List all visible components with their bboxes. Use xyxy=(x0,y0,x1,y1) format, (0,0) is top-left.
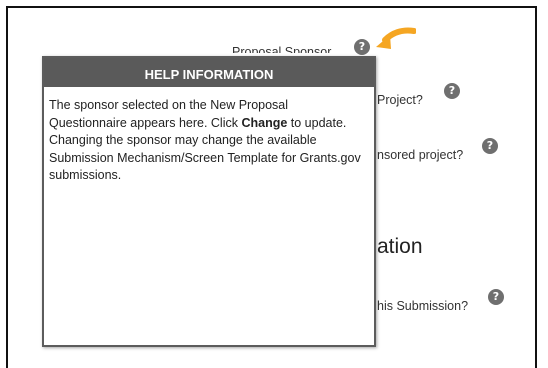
help-popup: HELP INFORMATION The sponsor selected on… xyxy=(42,56,376,347)
field-2-label: Project? xyxy=(377,93,423,107)
field-4-help-icon[interactable]: ? xyxy=(488,289,504,305)
field-3-help-icon[interactable]: ? xyxy=(482,138,498,154)
field-2-help-icon[interactable]: ? xyxy=(444,83,460,99)
section-heading: ation xyxy=(377,235,423,258)
help-popup-title: HELP INFORMATION xyxy=(44,58,374,87)
help-text-bold-change: Change xyxy=(241,115,288,130)
help-popup-body: The sponsor selected on the New Proposal… xyxy=(44,87,374,185)
proposal-sponsor-help-icon[interactable]: ? xyxy=(354,39,370,55)
field-3-label: nsored project? xyxy=(377,148,464,162)
field-4-label: his Submission? xyxy=(377,299,469,313)
orange-arrow-icon xyxy=(376,27,416,49)
